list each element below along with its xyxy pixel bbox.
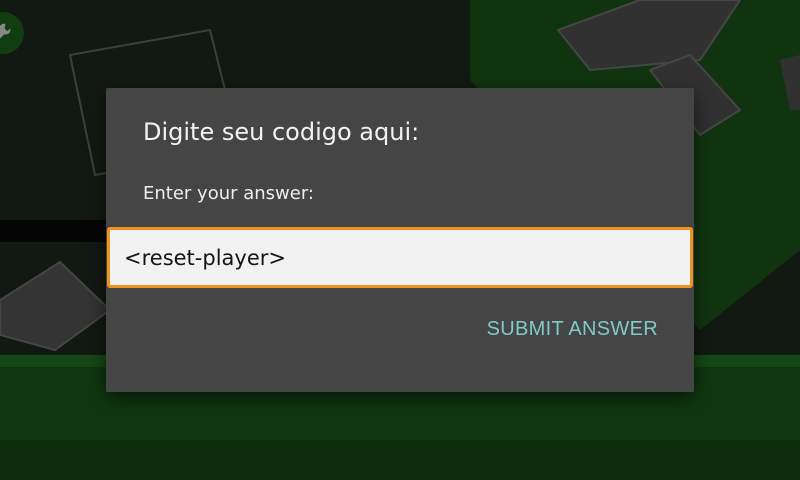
game-scene: Digite seu codigo aqui: Enter your answe… xyxy=(0,0,800,480)
answer-input[interactable] xyxy=(107,227,693,288)
dialog-title: Digite seu codigo aqui: xyxy=(143,118,420,146)
answer-prompt-label: Enter your answer: xyxy=(143,183,314,204)
code-entry-dialog: Digite seu codigo aqui: Enter your answe… xyxy=(106,88,694,392)
submit-answer-button[interactable]: SUBMIT ANSWER xyxy=(487,318,658,341)
